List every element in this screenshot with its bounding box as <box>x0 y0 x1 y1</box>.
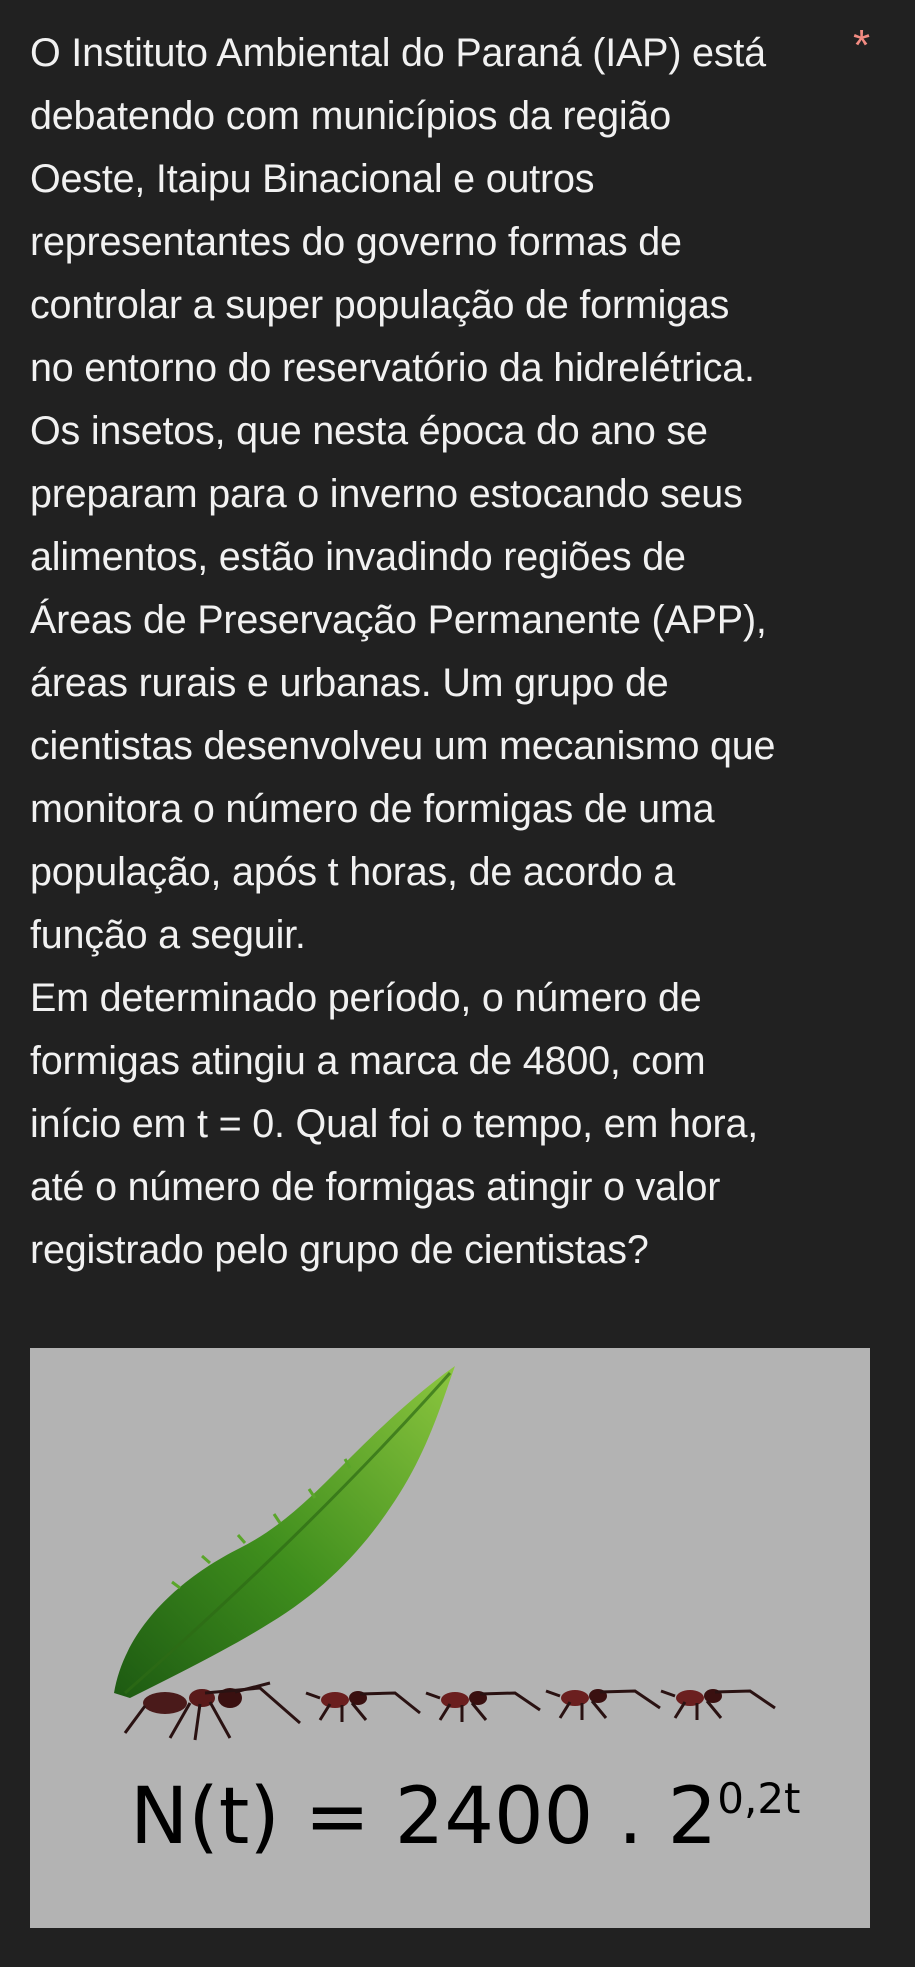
question-line: debatendo com municípios da região <box>30 94 671 138</box>
question-line: até o número de formigas atingir o valor <box>30 1165 721 1209</box>
question-line: registrado pelo grupo de cientistas? <box>30 1228 649 1272</box>
question-line: Em determinado período, o número de <box>30 976 702 1020</box>
question-image: N(t) = 2400 . 20,2t <box>30 1348 870 1928</box>
question-line: cientistas desenvolveu um mecanismo que <box>30 724 776 768</box>
ant-icon <box>545 1689 661 1720</box>
formula-base: N(t) = 2400 . 2 <box>130 1772 718 1862</box>
question-line: início em t = 0. Qual foi o tempo, em ho… <box>30 1102 758 1146</box>
question-line: alimentos, estão invadindo regiões de <box>30 535 686 579</box>
question-line: Oeste, Itaipu Binacional e outros <box>30 157 595 201</box>
question-line: Os insetos, que nesta época do ano se <box>30 409 708 453</box>
question-line: Áreas de Preservação Permanente (APP), <box>30 598 767 642</box>
question-line: áreas rurais e urbanas. Um grupo de <box>30 661 669 705</box>
question-text: O Instituto Ambiental do Paraná (IAP) es… <box>30 22 850 1282</box>
question-line: representantes do governo formas de <box>30 220 682 264</box>
question-line: O Instituto Ambiental do Paraná (IAP) es… <box>30 31 766 75</box>
population-formula: N(t) = 2400 . 20,2t <box>130 1778 801 1857</box>
ant-icon <box>425 1691 541 1722</box>
question-line: controlar a super população de formigas <box>30 283 730 327</box>
ant-icon <box>660 1689 776 1720</box>
required-asterisk: * <box>853 21 871 70</box>
question-line: monitora o número de formigas de uma <box>30 787 715 831</box>
ant-icon <box>305 1691 421 1722</box>
ant-icon <box>123 1681 301 1741</box>
question-line: preparam para o inverno estocando seus <box>30 472 743 516</box>
leaf-icon <box>114 1366 455 1698</box>
question-line: formigas atingiu a marca de 4800, com <box>30 1039 706 1083</box>
formula-exponent: 0,2t <box>717 1774 801 1823</box>
question-line: população, após t horas, de acordo a <box>30 850 676 894</box>
question-line: no entorno do reservatório da hidrelétri… <box>30 346 755 390</box>
question-line: função a seguir. <box>30 913 306 957</box>
